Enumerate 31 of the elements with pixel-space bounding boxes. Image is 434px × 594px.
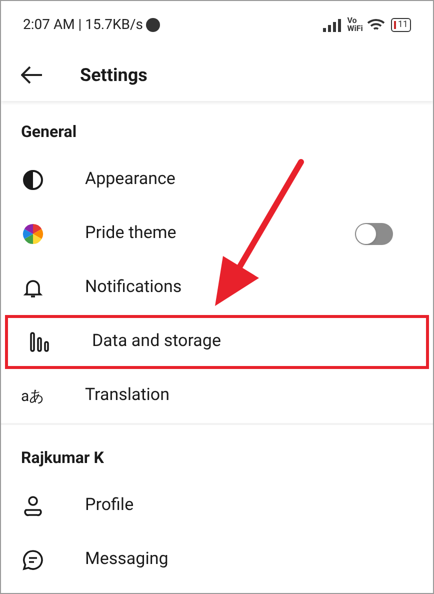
section-heading: General bbox=[21, 121, 77, 143]
settings-row[interactable]: Profile bbox=[1, 479, 433, 533]
row-label: Messaging bbox=[85, 548, 170, 572]
settings-row[interactable]: Pride theme bbox=[1, 207, 433, 261]
settings-row[interactable]: Appearance bbox=[1, 153, 433, 207]
settings-row[interactable]: aあ Translation bbox=[1, 369, 433, 423]
translate-icon: aあ bbox=[21, 388, 44, 404]
color-wheel-icon bbox=[21, 222, 45, 246]
row-label: Profile bbox=[85, 494, 135, 518]
row-label: Translation bbox=[85, 384, 171, 408]
row-label: Data and storage bbox=[92, 330, 222, 354]
settings-row[interactable]: Messaging bbox=[1, 533, 433, 587]
signal-icon bbox=[323, 18, 344, 32]
vowifi-bottom: WiFi bbox=[347, 25, 363, 33]
wifi-icon bbox=[366, 18, 385, 32]
settings-row[interactable]: Data and storage bbox=[5, 315, 429, 369]
person-icon bbox=[21, 494, 45, 518]
contrast-icon bbox=[21, 168, 45, 192]
page-title: Settings bbox=[80, 64, 148, 88]
row-label: Pride theme bbox=[85, 222, 178, 246]
battery-level: 11 bbox=[398, 20, 408, 30]
toggle-switch[interactable] bbox=[355, 223, 393, 245]
row-label: Appearance bbox=[85, 168, 176, 192]
vowifi-top: Vo bbox=[347, 17, 358, 25]
status-time: 2:07 AM | 15.7KB/s bbox=[23, 16, 143, 34]
back-arrow-icon[interactable] bbox=[21, 66, 43, 84]
section-heading: Rajkumar K bbox=[21, 447, 104, 469]
bar-chart-icon bbox=[28, 330, 52, 354]
row-label: Notifications bbox=[85, 276, 183, 300]
settings-row[interactable]: Notifications bbox=[1, 261, 433, 315]
chat-icon bbox=[21, 548, 45, 572]
